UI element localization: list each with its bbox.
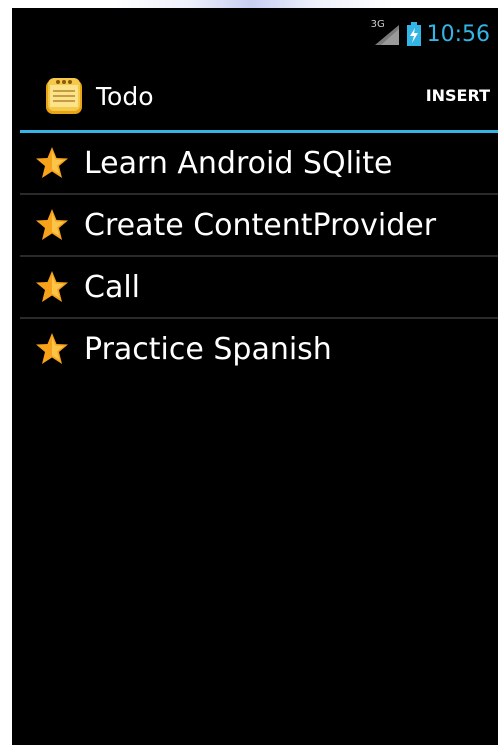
todo-item-label: Practice Spanish xyxy=(84,332,332,367)
status-bar: 3G 10:56 xyxy=(12,8,498,58)
star-icon xyxy=(36,271,68,302)
todo-list: Learn Android SQlite Create ContentProvi… xyxy=(20,133,498,379)
list-item[interactable]: Create ContentProvider xyxy=(20,195,498,257)
star-icon xyxy=(36,209,68,240)
insert-button[interactable]: INSERT xyxy=(426,86,490,105)
action-bar: Todo INSERT xyxy=(12,66,498,124)
todo-item-label: Learn Android SQlite xyxy=(84,146,393,181)
list-item[interactable]: Practice Spanish xyxy=(20,319,498,379)
list-item[interactable]: Learn Android SQlite xyxy=(20,133,498,195)
todo-item-label: Call xyxy=(84,270,141,305)
signal-icon: 3G xyxy=(371,19,401,47)
status-icons: 3G 10:56 xyxy=(371,19,490,48)
star-icon xyxy=(36,333,68,364)
todo-item-label: Create ContentProvider xyxy=(84,208,437,243)
battery-charging-icon xyxy=(406,22,421,46)
app-title: Todo xyxy=(96,82,154,111)
list-item[interactable]: Call xyxy=(20,257,498,319)
status-clock: 10:56 xyxy=(426,21,490,47)
star-icon xyxy=(36,147,68,178)
phone-screen: 3G 10:56 Todo INSERT Learn Android SQlit… xyxy=(12,8,498,745)
notepad-icon[interactable] xyxy=(44,76,84,116)
